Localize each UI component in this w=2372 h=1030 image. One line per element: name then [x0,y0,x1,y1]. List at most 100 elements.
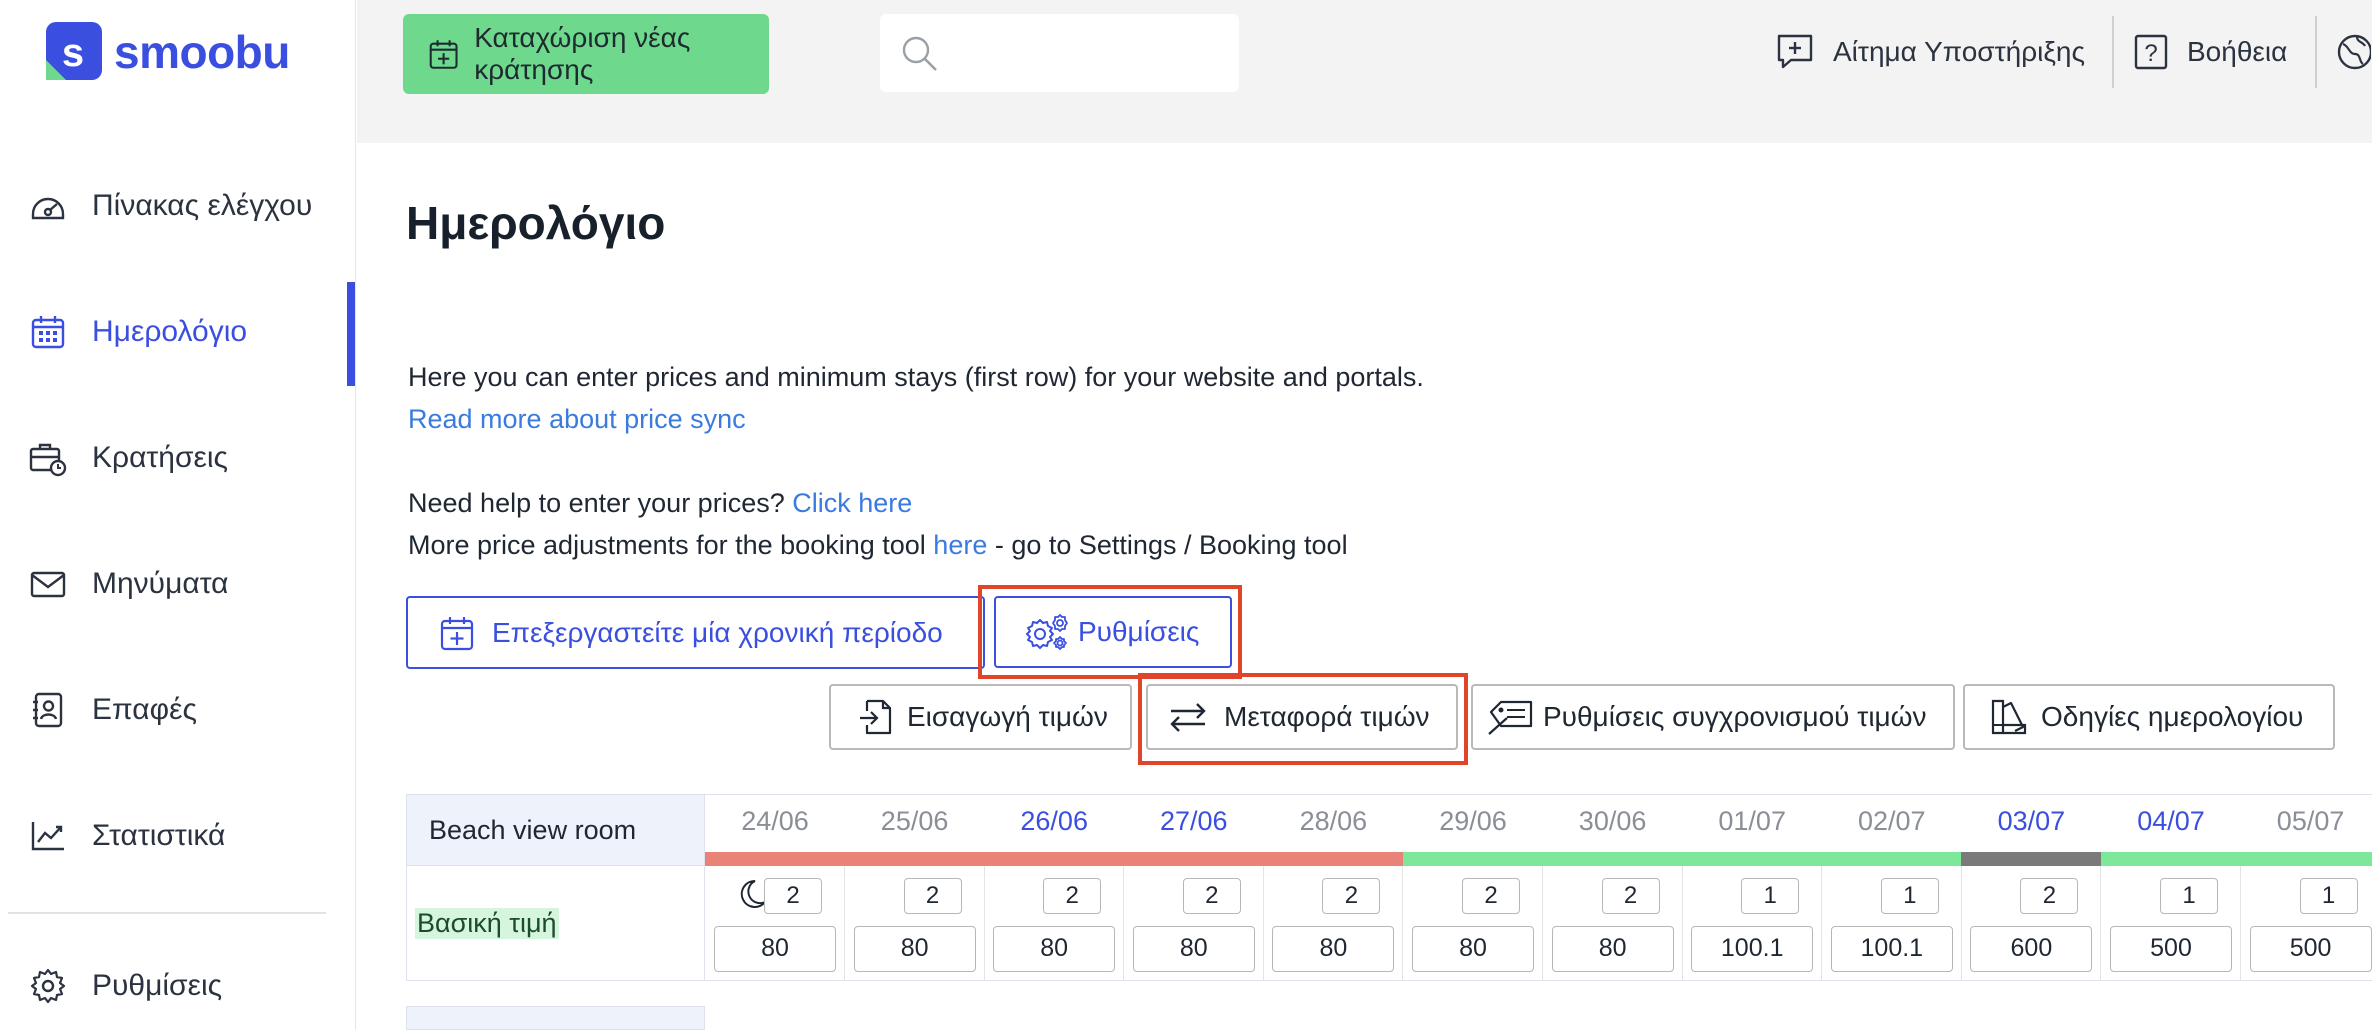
help-link[interactable]: ? Βοήθεια [2133,22,2287,82]
price-input[interactable]: 80 [1551,926,1674,972]
sidebar-item-statistics[interactable]: Στατιστικά [0,796,356,876]
language-switch[interactable] [2335,22,2371,82]
date-header-cell: 04/07 [2137,806,2205,836]
import-prices-button[interactable]: Εισαγωγή τιμών [829,684,1132,750]
sidebar-item-dashboard[interactable]: Πίνακας ελέγχου [0,166,356,246]
dashboard-icon [31,197,65,220]
price-input[interactable]: 80 [1412,926,1534,972]
sidebar-item-bookings[interactable]: Κρατήσεις [0,418,356,498]
booking-tool-here-link[interactable]: here [933,530,987,560]
transfer-arrows-icon [1170,703,1206,732]
price-input[interactable]: 80 [714,926,836,972]
day-price-cell: 2 80 [984,866,1125,981]
intro-text: Here you can enter prices and minimum st… [408,362,1424,392]
min-stay-input[interactable]: 1 [1741,878,1800,914]
day-price-cell: 1 500 [2101,866,2241,981]
new-booking-button[interactable]: Καταχώριση νέας κράτησης [403,14,769,94]
help-icon: ? [2134,34,2168,70]
sidebar-item-calendar[interactable]: Ημερολόγιο [0,292,356,372]
more-adjustments-line: More price adjustments for the booking t… [408,530,1348,560]
min-stay-input[interactable]: 2 [1043,878,1102,914]
date-header-cell: 26/06 [1020,806,1088,836]
availability-bar [705,852,846,866]
day-price-cell: 2 80 [1542,866,1683,981]
day-price-cell: 2 80 [1123,866,1264,981]
gear-icon [30,968,66,1004]
sidebar-item-settings[interactable]: Ρυθμίσεις [0,946,356,1026]
price-input[interactable]: 100.1 [1830,926,1953,972]
active-indicator [347,282,355,386]
date-header-cell: 29/06 [1439,806,1507,836]
page-title: Ημερολόγιο [406,197,666,249]
gears-icon [1026,614,1068,650]
min-stay-input[interactable]: 2 [1322,878,1381,914]
date-header-cell: 02/07 [1858,806,1926,836]
support-request-label: Αίτημα Υποστήριξης [1833,36,2085,67]
calendar-plus-icon [440,616,474,650]
price-input[interactable]: 100.1 [1691,926,1814,972]
availability-bar [1123,852,1265,866]
new-booking-label: Καταχώριση νέας κράτησης [474,22,691,85]
date-header-cell: 01/07 [1718,806,1786,836]
min-stay-input[interactable]: 1 [1880,878,1939,914]
price-input[interactable]: 80 [1272,926,1395,972]
search-icon [902,36,937,71]
sidebar-item-messages[interactable]: Μηνύματα [0,544,356,624]
calendar-icon [31,316,65,349]
price-sync-settings-button[interactable]: Ρυθμίσεις συγχρονισμού τιμών [1471,684,1955,750]
day-price-cell: 2 80 [844,866,985,981]
mail-icon [30,571,66,598]
min-stay-input[interactable]: 2 [1462,878,1520,914]
price-input[interactable]: 80 [853,926,976,972]
price-calendar: Beach view room Βασική τιμή 24/06 2 80 25/0… [406,794,2372,1030]
price-input[interactable]: 80 [993,926,1116,972]
settings-button[interactable]: Ρυθμίσεις [994,596,1232,668]
availability-bar [984,852,1125,866]
rate-label-cell: Βασική τιμή [406,866,705,981]
min-stay-input[interactable]: 2 [1182,878,1241,914]
date-header-cell: 28/06 [1299,806,1368,836]
search-input[interactable] [952,24,1222,82]
price-input[interactable]: 500 [2110,926,2232,972]
support-request-link[interactable]: Αίτημα Υποστήριξης [1775,22,2085,82]
base-rate-label: Βασική τιμή [415,907,559,939]
svg-text:s: s [62,31,84,75]
availability-bar [2240,852,2372,866]
day-price-cell: 2 600 [1961,866,2102,981]
need-help-line: Need help to enter your prices? Click he… [408,488,913,518]
price-sync-icon [1488,700,1533,735]
min-stay-input[interactable]: 2 [2020,878,2079,914]
smoobu-logo[interactable]: s smoobu [42,20,290,84]
date-header-cell: 25/06 [880,806,949,836]
day-price-cell: 2 80 [705,866,845,981]
calendar-guide-button[interactable]: Οδηγίες ημερολογίου [1963,684,2335,750]
day-price-cell: 1 100.1 [1821,866,1962,981]
search-box[interactable] [880,14,1239,92]
sidebar-item-contacts[interactable]: Επαφές [0,670,356,750]
date-header-cell: 24/06 [741,806,809,836]
availability-bar [1403,852,1544,866]
price-input[interactable]: 500 [2249,926,2372,972]
min-stay-input[interactable]: 1 [2160,878,2218,914]
price-input[interactable]: 80 [1132,926,1255,972]
min-stay-input[interactable]: 2 [903,878,962,914]
edit-period-button[interactable]: Επεξεργαστείτε μία χρονική περίοδο [406,596,985,669]
read-more-link[interactable]: Read more about price sync [408,404,746,435]
date-header-cell: 30/06 [1578,806,1647,836]
moon-icon [740,879,766,908]
min-stay-input[interactable]: 2 [764,878,822,914]
support-chat-icon [1777,34,1813,69]
min-stay-input[interactable]: 1 [2299,878,2358,914]
top-bar: Καταχώριση νέας κράτησης Αίτημα Υποστήρι… [357,0,2372,143]
price-input[interactable]: 600 [1970,926,2093,972]
contacts-icon [33,692,63,728]
min-stay-input[interactable]: 2 [1601,878,1660,914]
topbar-separator [2112,16,2114,88]
availability-bar [2101,852,2242,866]
next-room-row [406,1006,705,1030]
sidebar: s smoobu Πίνακας ελέγχου Ημερολόγιο Κρατ… [0,0,356,1030]
import-icon [860,699,892,735]
availability-bar [844,852,986,866]
transfer-prices-button[interactable]: Μεταφορά τιμών [1146,684,1458,750]
click-here-link[interactable]: Click here [792,488,912,518]
